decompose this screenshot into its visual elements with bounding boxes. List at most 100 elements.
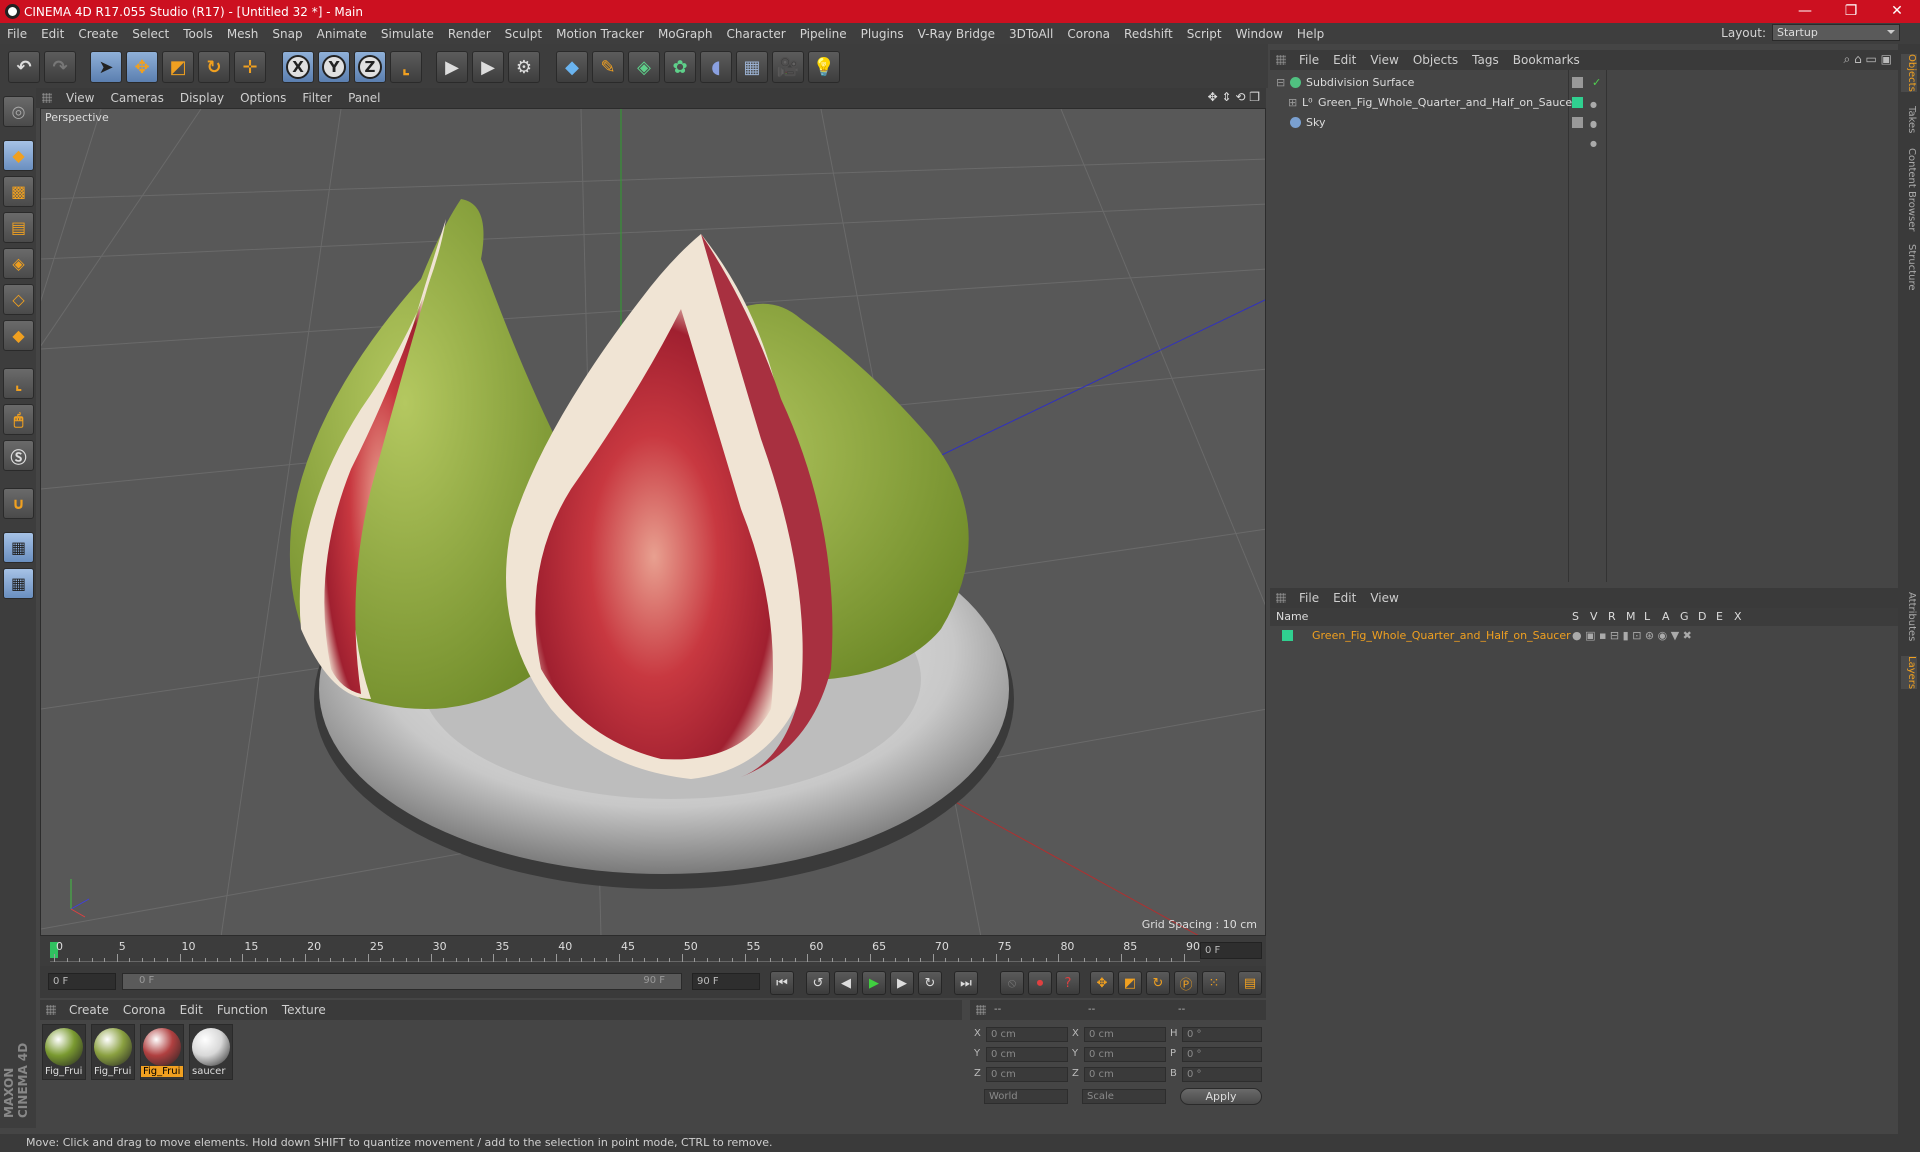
polygons-mode-icon[interactable]: ◆ [3, 320, 34, 351]
light-icon[interactable]: 💡 [808, 51, 840, 83]
minimize-button[interactable]: — [1782, 0, 1828, 23]
material-swatch-selected[interactable]: Fig_Frui [140, 1024, 184, 1080]
record-keys-icon[interactable]: ⦸ [1000, 971, 1024, 995]
rotation-b-field[interactable]: 0 ° [1182, 1067, 1262, 1082]
enabled-check-icon[interactable]: ✓ [1592, 73, 1601, 92]
keyframe-selection-icon[interactable]: ? [1056, 971, 1080, 995]
3d-viewport[interactable]: Perspective Grid Spacing : 10 cm [40, 108, 1266, 936]
floor-scene-icon[interactable]: ▦ [736, 51, 768, 83]
viewport-nav-icons[interactable]: ✥ ⇕ ⟲ ❐ [1208, 90, 1260, 104]
object-menu-bookmarks[interactable]: Bookmarks [1506, 53, 1587, 67]
close-button[interactable]: ✕ [1874, 0, 1920, 23]
model-mode-icon[interactable]: ◆ [3, 140, 34, 171]
menu-edit[interactable]: Edit [34, 27, 71, 41]
size-z-field[interactable]: 0 cm [1084, 1067, 1166, 1082]
layer-tag-icon[interactable] [1572, 77, 1583, 88]
coordinate-system-icon[interactable]: ⌞ [390, 51, 422, 83]
object-row-sky[interactable]: Sky ● ● [1270, 113, 1898, 148]
tab-attributes[interactable]: Attributes [1901, 592, 1917, 641]
x-axis-lock-icon[interactable]: X [282, 51, 314, 83]
viewport-menu-filter[interactable]: Filter [294, 91, 340, 105]
viewport-menu-panel[interactable]: Panel [340, 91, 388, 105]
position-z-field[interactable]: 0 cm [986, 1067, 1068, 1082]
layer-color-icon[interactable] [1282, 630, 1293, 641]
next-key-icon[interactable]: ↻ [918, 971, 942, 995]
material-menu-corona[interactable]: Corona [116, 1003, 173, 1017]
menu-plugins[interactable]: Plugins [854, 27, 911, 41]
menu-character[interactable]: Character [719, 27, 792, 41]
go-to-start-icon[interactable]: ⏮ [770, 971, 794, 995]
layout-dropdown[interactable]: Startup [1772, 24, 1900, 41]
workplane-lock-icon[interactable]: ▦ [3, 532, 34, 563]
deformer-icon[interactable]: ◖ [700, 51, 732, 83]
subdivision-generator-icon[interactable]: ◈ [628, 51, 660, 83]
go-to-end-icon[interactable]: ⏭ [954, 971, 978, 995]
previous-key-icon[interactable]: ↺ [806, 971, 830, 995]
menu-snap[interactable]: Snap [265, 27, 309, 41]
expand-icon[interactable]: ⊞ [1288, 93, 1297, 112]
menu-motion-tracker[interactable]: Motion Tracker [549, 27, 651, 41]
panel-grip-icon[interactable] [1276, 593, 1286, 603]
panel-grip-icon[interactable] [1276, 55, 1286, 65]
start-frame-field[interactable]: 0 F [48, 973, 116, 990]
menu-animate[interactable]: Animate [310, 27, 374, 41]
object-menu-tags[interactable]: Tags [1465, 53, 1506, 67]
auto-keying-icon[interactable]: ⏺ [1028, 971, 1052, 995]
size-x-field[interactable]: 0 cm [1084, 1027, 1166, 1042]
rotation-p-field[interactable]: 0 ° [1182, 1047, 1262, 1062]
key-point-level-icon[interactable]: ⁙ [1202, 971, 1226, 995]
scale-tool-icon[interactable]: ◩ [162, 51, 194, 83]
material-menu-edit[interactable]: Edit [173, 1003, 210, 1017]
tab-takes[interactable]: Takes [1901, 106, 1917, 133]
viewport-menu-view[interactable]: View [58, 91, 102, 105]
key-position-icon[interactable]: ✥ [1090, 971, 1114, 995]
object-manager-nav-icons[interactable]: ⌕ ⌂ ▭ ▣ [1844, 52, 1892, 67]
workplane-mode-icon[interactable]: ▤ [3, 212, 34, 243]
layer-toggle-icons[interactable]: ● ▣ ▪ ⊟ ▮ ⊡ ⊛ ◉ ▼ ✖ [1572, 626, 1692, 645]
range-slider[interactable]: 0 F 90 F [122, 973, 682, 990]
undo-icon[interactable]: ↶ [8, 51, 40, 83]
timeline-window-icon[interactable]: ▤ [1238, 971, 1262, 995]
size-mode-dropdown[interactable]: Scale [1082, 1089, 1166, 1104]
layer-menu-view[interactable]: View [1363, 591, 1405, 605]
menu-sculpt[interactable]: Sculpt [498, 27, 549, 41]
key-parameter-icon[interactable]: Ⓟ [1174, 971, 1198, 995]
rotation-h-field[interactable]: 0 ° [1182, 1027, 1262, 1042]
cube-primitive-icon[interactable]: ◆ [556, 51, 588, 83]
tab-content-browser[interactable]: Content Browser [1901, 148, 1917, 231]
viewport-menu-display[interactable]: Display [172, 91, 232, 105]
menu-3dtoall[interactable]: 3DToAll [1002, 27, 1060, 41]
panel-grip-icon[interactable] [976, 1005, 986, 1015]
texture-mode-icon[interactable]: ▩ [3, 176, 34, 207]
object-menu-objects[interactable]: Objects [1406, 53, 1465, 67]
object-menu-view[interactable]: View [1363, 53, 1405, 67]
live-selection-icon[interactable]: ✛ [234, 51, 266, 83]
previous-frame-icon[interactable]: ◀ [834, 971, 858, 995]
mograph-cloner-icon[interactable]: ✿ [664, 51, 696, 83]
material-menu-function[interactable]: Function [210, 1003, 275, 1017]
menu-corona[interactable]: Corona [1060, 27, 1117, 41]
tab-layers[interactable]: Layers [1901, 656, 1917, 690]
apply-button[interactable]: Apply [1180, 1088, 1262, 1105]
key-rotation-icon[interactable]: ↻ [1146, 971, 1170, 995]
make-editable-icon[interactable]: ◎ [3, 96, 34, 127]
panel-grip-icon[interactable] [42, 93, 52, 103]
redo-icon[interactable]: ↷ [44, 51, 76, 83]
z-axis-lock-icon[interactable]: Z [354, 51, 386, 83]
points-mode-icon[interactable]: ◈ [3, 248, 34, 279]
panel-grip-icon[interactable] [46, 1005, 56, 1015]
current-frame-field[interactable]: 0 F [1200, 942, 1262, 959]
material-swatch[interactable]: saucer [189, 1024, 233, 1080]
material-swatch[interactable]: Fig_Frui [42, 1024, 86, 1080]
material-swatch[interactable]: Fig_Frui [91, 1024, 135, 1080]
object-row-green-fig[interactable]: ⊞ L⁰ Green_Fig_Whole_Quarter_and_Half_on… [1270, 93, 1898, 128]
size-y-field[interactable]: 0 cm [1084, 1047, 1166, 1062]
coordinate-space-dropdown[interactable]: World [984, 1089, 1068, 1104]
menu-simulate[interactable]: Simulate [374, 27, 441, 41]
edges-mode-icon[interactable]: ◇ [3, 284, 34, 315]
grid-snap-icon[interactable]: ▦ [3, 568, 34, 599]
menu-mograph[interactable]: MoGraph [651, 27, 720, 41]
next-frame-icon[interactable]: ▶ [890, 971, 914, 995]
layer-tag-icon[interactable] [1572, 117, 1583, 128]
menu-help[interactable]: Help [1290, 27, 1331, 41]
